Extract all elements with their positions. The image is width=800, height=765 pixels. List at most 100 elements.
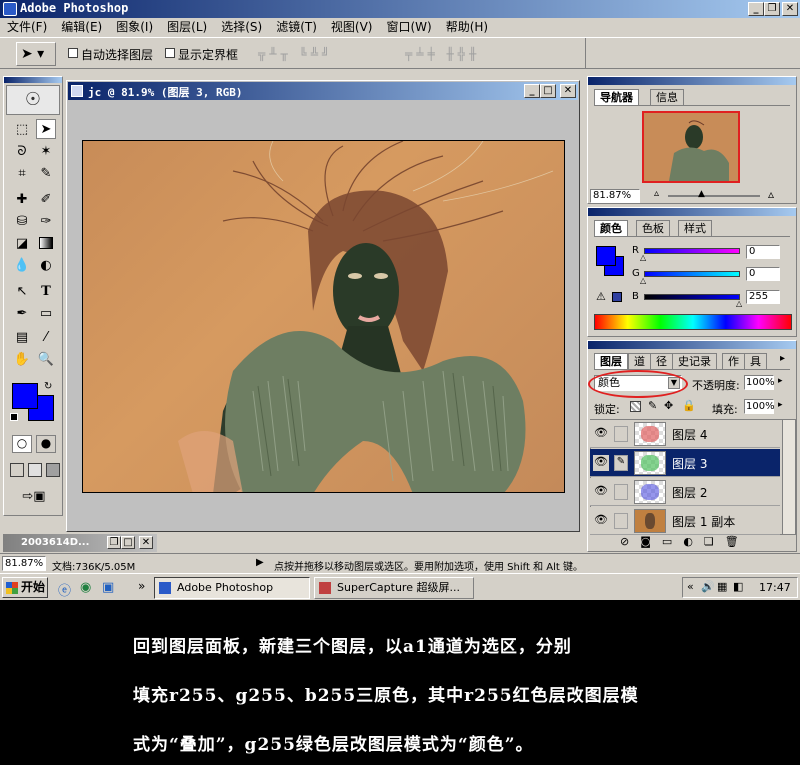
palette-menu-icon[interactable]: ▸ <box>780 353 785 364</box>
layer-row-3[interactable]: 👁 ✎ 图层 3 <box>590 449 780 477</box>
fill-field[interactable]: 100% <box>744 399 775 414</box>
tab-styles[interactable]: 样式 <box>678 220 712 236</box>
layer-row-4[interactable]: 👁 图层 4 <box>590 420 780 448</box>
jump-to-imageready-button[interactable]: ⇨▣ <box>12 489 56 507</box>
link-slot[interactable] <box>614 513 628 529</box>
doc-maximize-button[interactable]: □ <box>540 84 556 98</box>
visibility-eye-icon[interactable]: 👁 <box>593 426 609 442</box>
standard-mode-button[interactable]: ○ <box>12 435 32 453</box>
opacity-arrow-icon[interactable]: ▸ <box>778 376 783 386</box>
g-slider-thumb[interactable]: △ <box>640 276 646 285</box>
menu-image[interactable]: 图象(I) <box>109 18 160 36</box>
add-style-icon[interactable]: ⊘ <box>620 535 640 548</box>
b-slider-track[interactable] <box>644 294 740 300</box>
color-fg-swatch[interactable] <box>596 246 616 266</box>
visibility-eye-icon[interactable]: 👁 <box>593 513 609 529</box>
layers-scrollbar[interactable] <box>782 419 796 535</box>
r-slider-thumb[interactable]: △ <box>640 253 646 262</box>
shape-tool-icon[interactable]: ▭ <box>36 303 56 323</box>
task-photoshop[interactable]: Adobe Photoshop <box>154 577 310 599</box>
visibility-eye-icon[interactable]: 👁 <box>593 484 609 500</box>
doc-close-button[interactable]: ✕ <box>560 84 576 98</box>
dodge-tool-icon[interactable]: ◐ <box>36 255 56 275</box>
hand-tool-icon[interactable]: ✋ <box>12 349 32 369</box>
lock-all-icon[interactable]: 🔒 <box>682 399 696 412</box>
navigator-slider-thumb[interactable]: ▲ <box>698 189 705 199</box>
navigator-zoom-slider[interactable] <box>668 195 760 197</box>
lasso-tool-icon[interactable]: ᘐ <box>12 141 32 161</box>
path-select-icon[interactable]: ↖ <box>12 281 32 301</box>
notes-tool-icon[interactable]: ▤ <box>12 327 32 347</box>
r-value-field[interactable]: 0 <box>746 245 780 259</box>
r-slider-track[interactable] <box>644 248 740 254</box>
new-layer-icon[interactable]: ❏ <box>704 535 725 548</box>
fill-arrow-icon[interactable]: ▸ <box>778 400 783 410</box>
foreground-color-swatch[interactable] <box>12 383 38 409</box>
status-menu-arrow-icon[interactable]: ▶ <box>256 557 264 568</box>
adjustment-layer-icon[interactable]: ◐ <box>683 535 704 548</box>
add-mask-icon[interactable]: ◙ <box>640 535 662 548</box>
zoom-out-icon[interactable]: ▵ <box>654 188 659 199</box>
minimize-button[interactable]: _ <box>748 2 764 16</box>
menu-select[interactable]: 选择(S) <box>214 18 269 36</box>
menu-file[interactable]: 文件(F) <box>0 18 54 36</box>
minimized-document[interactable]: 2003614D... ❐ □ ✕ <box>3 534 157 552</box>
ie-icon[interactable]: ⓔ <box>58 580 71 599</box>
magic-wand-icon[interactable]: ✶ <box>36 141 56 161</box>
restore-button[interactable]: ❐ <box>764 2 780 16</box>
link-slot[interactable] <box>614 426 628 442</box>
layer-row-1-copy[interactable]: 👁 图层 1 副本 <box>590 507 780 535</box>
tray-volume-icon[interactable]: 🔊 <box>701 580 715 593</box>
screen-mode-full-button[interactable] <box>46 463 60 477</box>
pen-tool-icon[interactable]: ✒ <box>12 303 32 323</box>
history-brush-icon[interactable]: ✑ <box>36 211 56 231</box>
lock-transparency-icon[interactable] <box>630 401 641 412</box>
marquee-tool-icon[interactable]: ⬚ <box>12 119 32 139</box>
tab-color[interactable]: 颜色 <box>594 220 628 236</box>
b-slider-thumb[interactable]: △ <box>736 299 742 308</box>
move-tool-icon[interactable]: ➤ <box>36 119 56 139</box>
b-value-field[interactable]: 255 <box>746 290 780 304</box>
tab-history[interactable]: 史记录 <box>672 353 717 369</box>
canvas-image[interactable] <box>82 140 565 493</box>
document-titlebar[interactable]: jc @ 81.9% (图层 3, RGB) _ □ ✕ <box>68 82 578 100</box>
gamut-swatch[interactable] <box>612 292 622 302</box>
quicklaunch-more-icon[interactable]: » <box>138 579 145 593</box>
tab-paths[interactable]: 径 <box>650 353 673 369</box>
screen-mode-full-menu-button[interactable] <box>28 463 42 477</box>
zoom-in-icon[interactable]: ▵ <box>768 187 774 201</box>
tab-layers[interactable]: 图层 <box>594 353 628 369</box>
tab-actions[interactable]: 作 <box>722 353 745 369</box>
min-doc-max-button[interactable]: □ <box>121 536 135 549</box>
distribute-buttons[interactable]: ╤╧╪ ╫╬╫ <box>405 47 535 61</box>
menu-window[interactable]: 窗口(W) <box>379 18 438 36</box>
tab-info[interactable]: 信息 <box>650 89 684 105</box>
eraser-tool-icon[interactable]: ◪ <box>12 233 32 253</box>
status-zoom-field[interactable]: 81.87% <box>2 556 46 571</box>
type-tool-icon[interactable]: T <box>36 281 56 301</box>
tab-swatches[interactable]: 色板 <box>636 220 670 236</box>
tab-channels[interactable]: 道 <box>628 353 651 369</box>
auto-select-checkbox[interactable] <box>68 48 78 58</box>
visibility-eye-icon[interactable]: 👁 <box>593 455 609 471</box>
opacity-field[interactable]: 100% <box>744 375 775 390</box>
menu-filter[interactable]: 滤镜(T) <box>269 18 324 36</box>
navigator-zoom-field[interactable]: 81.87% <box>590 189 640 203</box>
gradient-tool-icon[interactable] <box>36 233 56 253</box>
zoom-tool-icon[interactable]: 🔍 <box>36 349 56 369</box>
swap-colors-icon[interactable]: ↻ <box>44 381 52 392</box>
blur-tool-icon[interactable]: 💧 <box>12 255 32 275</box>
menu-edit[interactable]: 编辑(E) <box>54 18 109 36</box>
doc-minimize-button[interactable]: _ <box>524 84 540 98</box>
default-colors-icon[interactable] <box>10 413 18 421</box>
lock-paint-icon[interactable]: ✎ <box>648 399 657 412</box>
g-value-field[interactable]: 0 <box>746 267 780 281</box>
delete-layer-icon[interactable]: 🗑 <box>725 535 750 548</box>
tray-app-icon[interactable]: ◧ <box>733 580 743 593</box>
close-button[interactable]: ✕ <box>782 2 798 16</box>
tab-navigator[interactable]: 导航器 <box>594 89 639 105</box>
slice-tool-icon[interactable]: ✎ <box>36 163 56 183</box>
eyedropper-icon[interactable]: ⁄ <box>36 327 56 347</box>
min-doc-restore-button[interactable]: ❐ <box>107 536 121 549</box>
start-button[interactable]: 开始 <box>2 577 48 598</box>
